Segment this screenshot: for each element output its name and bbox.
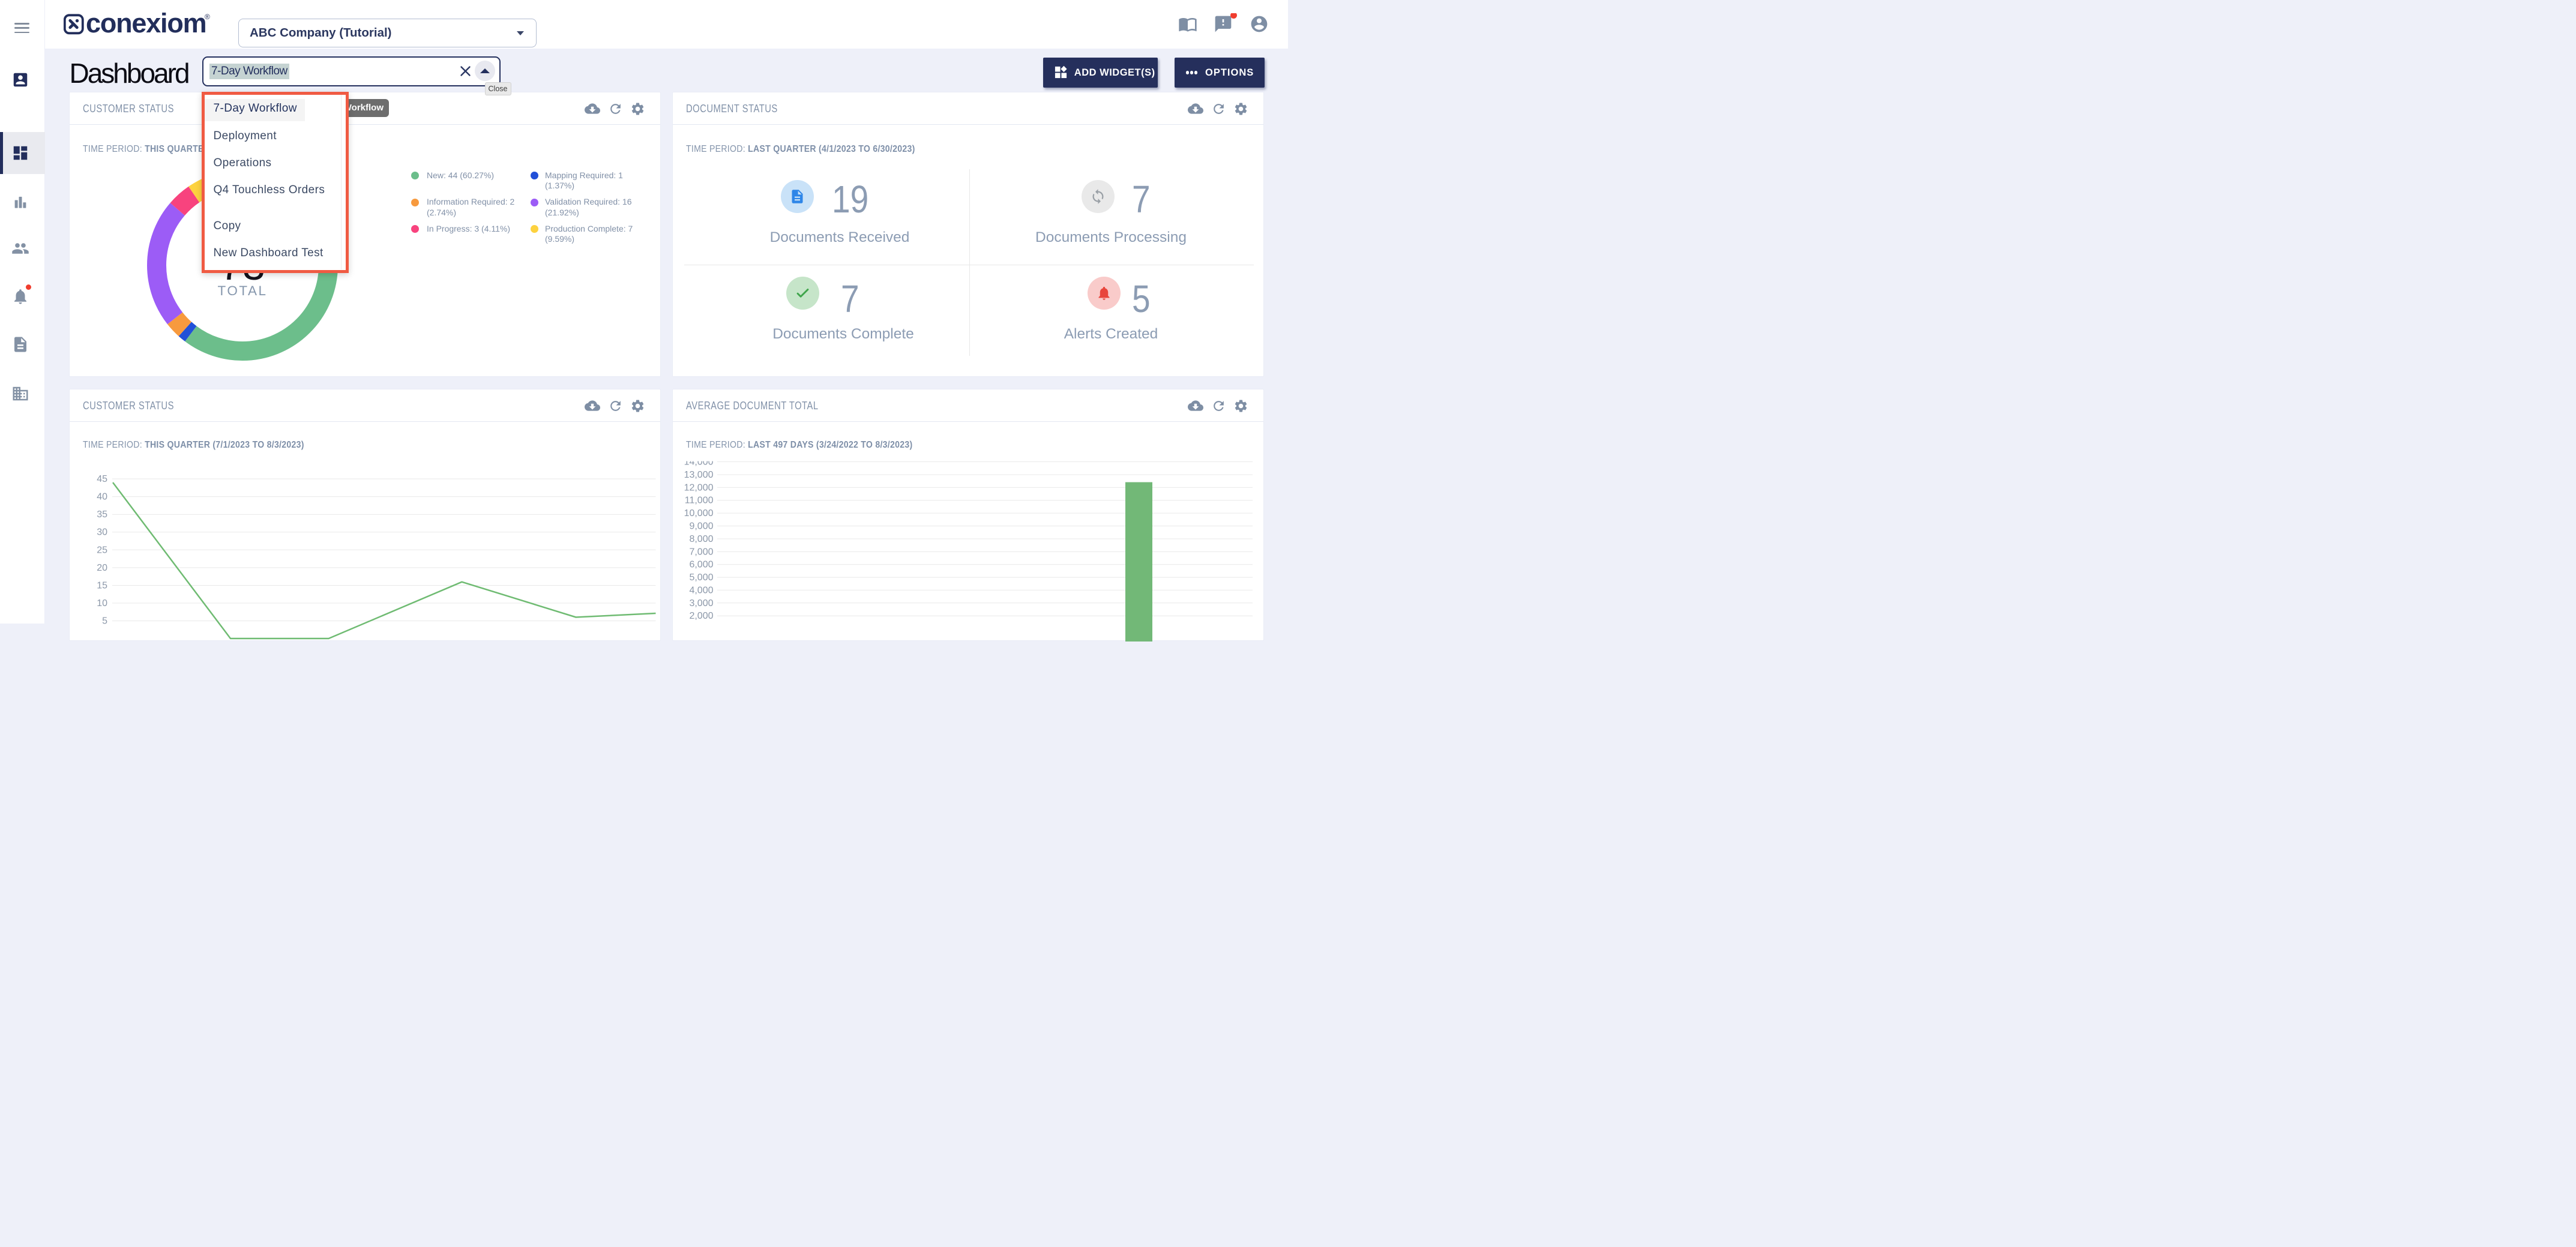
- svg-text:®: ®: [205, 13, 210, 21]
- svg-text:45: 45: [97, 474, 107, 484]
- svg-text:6,000: 6,000: [689, 560, 713, 570]
- svg-text:35: 35: [97, 509, 107, 520]
- svg-text:7,000: 7,000: [689, 547, 713, 557]
- svg-text:10: 10: [97, 598, 107, 608]
- svg-text:30: 30: [97, 527, 107, 538]
- svg-text:20: 20: [97, 563, 107, 573]
- svg-text:10,000: 10,000: [684, 508, 714, 518]
- svg-text:3,000: 3,000: [689, 598, 713, 608]
- svg-text:15: 15: [97, 581, 107, 591]
- svg-text:9,000: 9,000: [689, 521, 713, 532]
- svg-text:25: 25: [97, 545, 107, 555]
- svg-text:11,000: 11,000: [685, 496, 714, 506]
- svg-text:2,000: 2,000: [689, 611, 713, 621]
- svg-text:4,000: 4,000: [689, 585, 713, 595]
- svg-text:40: 40: [97, 492, 107, 502]
- svg-text:5: 5: [102, 616, 107, 627]
- svg-text:13,000: 13,000: [684, 470, 714, 480]
- svg-text:12,000: 12,000: [684, 482, 714, 493]
- svg-text:8,000: 8,000: [689, 534, 713, 544]
- svg-text:conexiom: conexiom: [86, 12, 206, 38]
- svg-text:5,000: 5,000: [689, 572, 713, 583]
